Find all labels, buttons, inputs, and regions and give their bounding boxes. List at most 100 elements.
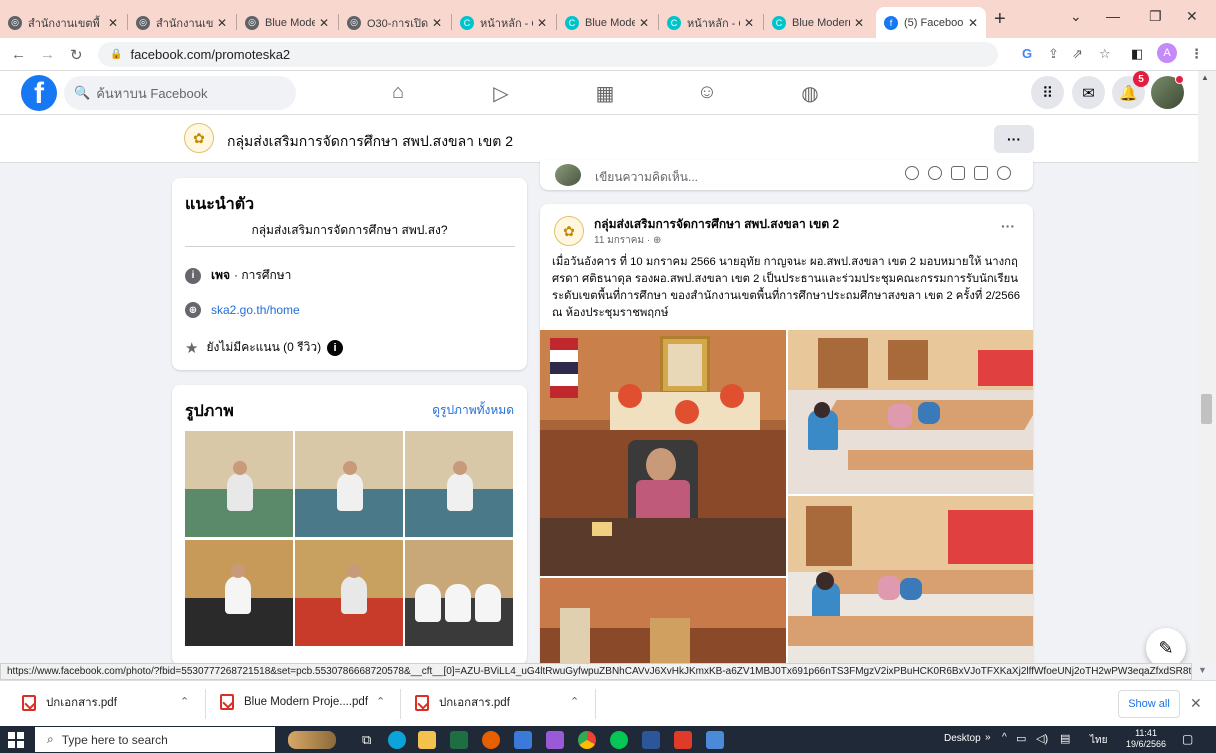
gif-icon[interactable] bbox=[974, 166, 988, 180]
tab-search-chevron-icon[interactable]: ⌄ bbox=[1070, 8, 1082, 25]
restore-button[interactable]: ❐ bbox=[1149, 8, 1162, 25]
emoji-icon[interactable] bbox=[928, 166, 942, 180]
edge-icon[interactable] bbox=[388, 731, 406, 749]
close-icon[interactable]: ✕ bbox=[432, 16, 442, 30]
forward-arrow-icon[interactable]: → bbox=[40, 46, 55, 63]
scrollbar-track[interactable] bbox=[1198, 71, 1216, 663]
page-more-button[interactable]: ··· bbox=[994, 125, 1034, 153]
close-icon[interactable]: ✕ bbox=[639, 16, 649, 30]
avatar-sticker-icon[interactable] bbox=[905, 166, 919, 180]
facebook-search-input[interactable]: 🔍 ค้นหาบน Facebook bbox=[64, 76, 296, 110]
tab-5[interactable]: C หน้าหลัก - Ca ✕ bbox=[452, 7, 555, 38]
scroll-down-arrow-icon[interactable]: ▼ bbox=[1198, 665, 1207, 675]
info-icon[interactable]: i bbox=[327, 339, 344, 356]
chevron-up-icon[interactable]: ⌃ bbox=[180, 695, 189, 708]
file-explorer-icon[interactable] bbox=[418, 731, 436, 749]
download-item[interactable]: ปกเอกสาร.pdf bbox=[415, 694, 510, 712]
tab-2[interactable]: ◎ สำนักงานเขตพื้ ✕ bbox=[128, 7, 235, 38]
post-author-logo-icon[interactable]: ✿ bbox=[554, 216, 584, 246]
network-icon[interactable]: ▭ bbox=[1016, 732, 1026, 745]
chevron-up-icon[interactable]: ^ bbox=[1002, 732, 1007, 743]
keyboard-icon[interactable]: ▤ bbox=[1060, 732, 1070, 745]
profile-icon[interactable]: A bbox=[1157, 43, 1177, 63]
post-photo[interactable] bbox=[788, 330, 1033, 494]
post-photo[interactable] bbox=[788, 496, 1033, 674]
close-icon[interactable]: ✕ bbox=[537, 16, 547, 30]
firefox-icon[interactable] bbox=[482, 731, 500, 749]
close-icon[interactable]: ✕ bbox=[968, 16, 978, 30]
close-window-button[interactable]: ✕ bbox=[1186, 8, 1198, 25]
tab-8[interactable]: C Blue Modern ✕ bbox=[764, 7, 872, 38]
download-item[interactable]: Blue Modern Proje....pdf bbox=[220, 694, 368, 710]
menu-grid-icon[interactable]: ⠿ bbox=[1031, 76, 1064, 109]
news-widget-icon[interactable] bbox=[288, 731, 336, 749]
comment-input[interactable]: เขียนความคิดเห็น... bbox=[595, 168, 698, 187]
photo-thumbnail[interactable] bbox=[185, 431, 293, 537]
facebook-logo-icon[interactable]: f bbox=[21, 75, 57, 111]
camera-icon[interactable] bbox=[951, 166, 965, 180]
gaming-icon[interactable]: ◍ bbox=[795, 81, 825, 106]
show-all-downloads-button[interactable]: Show all bbox=[1118, 690, 1180, 718]
word-icon[interactable] bbox=[642, 731, 660, 749]
tab-7[interactable]: C หน้าหลัก - Ca ✕ bbox=[659, 7, 762, 38]
taskbar-search-input[interactable]: ⌕ Type here to search bbox=[35, 727, 275, 752]
scroll-up-arrow-icon[interactable]: ▲ bbox=[1201, 73, 1209, 82]
photo-thumbnail[interactable] bbox=[405, 540, 513, 646]
tab-4[interactable]: ◎ O30-การเปิดเผย ✕ bbox=[339, 7, 450, 38]
see-all-photos-link[interactable]: ดูรูปภาพทั้งหมด bbox=[432, 401, 514, 420]
new-tab-button[interactable]: + bbox=[994, 9, 1006, 29]
windows-start-icon[interactable] bbox=[8, 732, 24, 748]
sticker-icon[interactable] bbox=[997, 166, 1011, 180]
tab-1[interactable]: ◎ สำนักงานเขตพื้ ✕ bbox=[0, 7, 126, 38]
close-icon[interactable]: ✕ bbox=[108, 16, 118, 30]
tab-3[interactable]: ◎ Blue Modern ✕ bbox=[237, 7, 337, 38]
scrollbar-thumb[interactable] bbox=[1201, 394, 1212, 424]
post-photo[interactable] bbox=[540, 578, 786, 674]
install-icon[interactable]: ⇪ bbox=[1048, 46, 1059, 62]
chevron-up-icon[interactable]: ⌃ bbox=[376, 695, 385, 708]
back-arrow-icon[interactable]: ← bbox=[11, 46, 26, 63]
photo-thumbnail[interactable] bbox=[295, 540, 403, 646]
minimize-button[interactable]: — bbox=[1106, 8, 1120, 24]
photo-thumbnail[interactable] bbox=[185, 540, 293, 646]
close-icon[interactable]: ✕ bbox=[217, 16, 227, 30]
close-icon[interactable]: ✕ bbox=[854, 16, 864, 30]
post-more-icon[interactable]: ··· bbox=[1001, 218, 1015, 234]
clock[interactable]: 11:41 19/6/2566 bbox=[1126, 728, 1166, 750]
close-icon[interactable]: ✕ bbox=[319, 16, 329, 30]
close-icon[interactable]: ✕ bbox=[1190, 695, 1202, 712]
download-item[interactable]: ปกเอกสาร.pdf bbox=[22, 694, 117, 712]
tab-9-active[interactable]: f (5) Faceboo ✕ bbox=[876, 7, 986, 38]
home-icon[interactable]: ⌂ bbox=[383, 81, 413, 104]
notification-center-icon[interactable]: ▢ bbox=[1182, 732, 1193, 746]
chevron-up-icon[interactable]: ⌃ bbox=[570, 695, 579, 708]
excel-icon[interactable] bbox=[450, 731, 468, 749]
photos-icon[interactable] bbox=[706, 731, 724, 749]
marketplace-icon[interactable]: ▦ bbox=[590, 81, 620, 106]
acrobat-icon[interactable] bbox=[674, 731, 692, 749]
chevron-right-icon[interactable]: » bbox=[985, 732, 991, 743]
page-logo-icon[interactable]: ✿ bbox=[184, 123, 214, 153]
share-icon[interactable]: ⇗ bbox=[1072, 46, 1083, 62]
tab-6[interactable]: C Blue Modern ✕ bbox=[557, 7, 657, 38]
chrome-icon[interactable] bbox=[578, 731, 596, 749]
page-title[interactable]: กลุ่มส่งเสริมการจัดการศึกษา สพป.สงขลา เข… bbox=[227, 131, 513, 153]
post-timestamp[interactable]: 11 มกราคม · ⊕ bbox=[594, 233, 661, 248]
bookmark-star-icon[interactable]: ☆ bbox=[1099, 46, 1111, 62]
messenger-icon[interactable]: ✉ bbox=[1072, 76, 1105, 109]
app-icon[interactable] bbox=[546, 731, 564, 749]
line-icon[interactable] bbox=[610, 731, 628, 749]
compose-edit-icon[interactable]: ✎ bbox=[1146, 628, 1186, 668]
volume-icon[interactable]: ◁) bbox=[1036, 732, 1048, 745]
reload-icon[interactable]: ↻ bbox=[70, 46, 83, 64]
photo-thumbnail[interactable] bbox=[295, 431, 403, 537]
app-icon[interactable] bbox=[514, 731, 532, 749]
language-indicator[interactable]: ไทย bbox=[1090, 733, 1107, 748]
desktop-toolbar-label[interactable]: Desktop bbox=[944, 733, 981, 744]
groups-icon[interactable]: ☺ bbox=[692, 81, 722, 104]
menu-kebab-icon[interactable]: ⋮ bbox=[1190, 46, 1203, 62]
photo-thumbnail[interactable] bbox=[405, 431, 513, 537]
google-icon[interactable]: G bbox=[1022, 46, 1032, 61]
post-photo[interactable] bbox=[540, 330, 786, 576]
website-link[interactable]: ska2.go.th/home bbox=[211, 303, 300, 317]
